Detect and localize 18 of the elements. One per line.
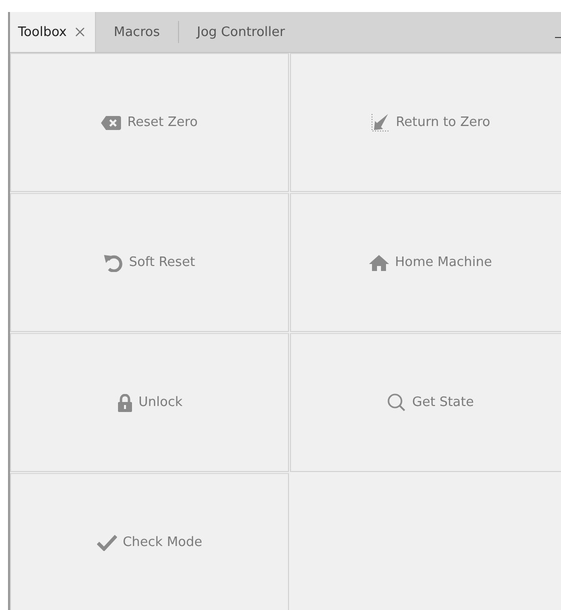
backspace-icon [101,116,122,130]
padlock-icon [116,394,132,412]
house-icon [369,254,390,271]
arrow-to-corner-icon [370,113,390,132]
toolbox-button[interactable]: Unlock [10,333,289,472]
toolbox-button[interactable]: Home Machine [290,193,561,332]
tab[interactable]: Jog Controller [178,12,303,52]
toolbox-button[interactable]: Get State [290,333,561,472]
checkmark-icon [96,534,117,551]
search-icon [387,393,406,412]
toolbox-button[interactable]: Check Mode [10,473,289,610]
undo-icon [104,254,123,272]
toolbox-button[interactable]: Soft Reset [10,193,289,332]
toolbox-button[interactable]: Reset Zero [10,53,289,192]
tab[interactable]: Macros [96,12,178,52]
tab[interactable]: Toolbox [10,12,96,52]
toolbox-button[interactable]: Return to Zero [290,53,561,192]
close-icon[interactable] [74,27,85,37]
